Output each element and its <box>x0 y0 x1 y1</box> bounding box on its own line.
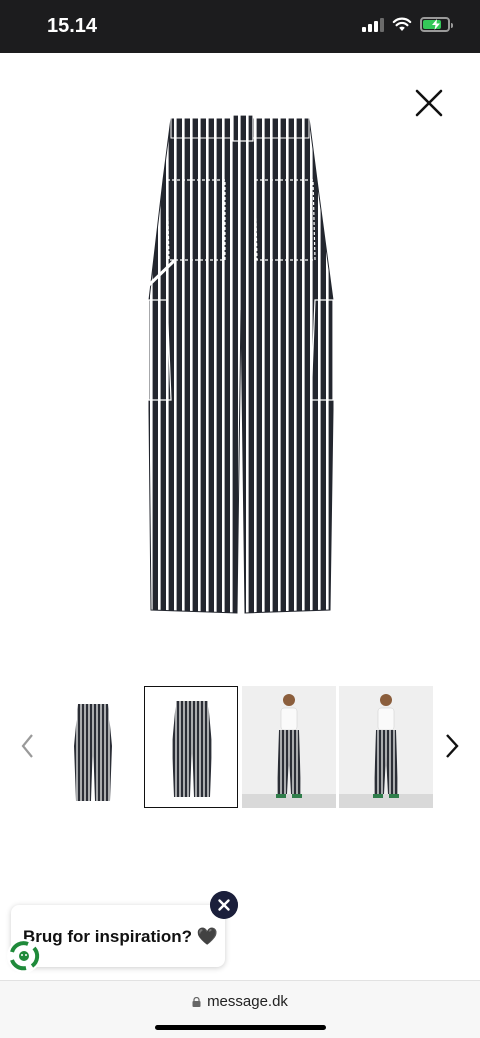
wifi-icon <box>392 17 412 31</box>
status-time: 15.14 <box>47 15 98 37</box>
thumbnail-image <box>172 701 212 797</box>
chat-prompt-bubble[interactable]: Brug for inspiration? 🖤 <box>11 905 225 967</box>
url-text: message.dk <box>207 993 288 1010</box>
thumbnail-front-flat[interactable] <box>46 686 140 808</box>
battery-icon <box>420 17 453 32</box>
status-bar: 15.14 <box>0 0 480 53</box>
url-display[interactable]: message.dk <box>0 993 480 1010</box>
home-indicator[interactable] <box>155 1025 326 1030</box>
close-icon[interactable] <box>412 86 446 120</box>
product-image-main <box>147 114 334 614</box>
chat-widget-icon[interactable] <box>6 938 42 974</box>
lock-icon <box>192 997 201 1007</box>
cellular-signal-icon <box>362 17 384 32</box>
thumbnail-back-flat[interactable] <box>144 686 238 808</box>
status-icons <box>362 17 453 32</box>
browser-url-bar[interactable]: message.dk <box>0 980 480 1038</box>
thumbnail-model-back[interactable] <box>339 686 433 808</box>
thumbnail-gallery <box>0 680 480 812</box>
thumbnail-model-front[interactable] <box>242 686 336 808</box>
chat-prompt-text: Brug for inspiration? 🖤 <box>23 927 218 946</box>
chevron-right-icon[interactable] <box>442 732 462 760</box>
chat-close-icon[interactable] <box>210 891 238 919</box>
chevron-left-icon[interactable] <box>18 732 38 760</box>
thumbnail-image <box>74 704 112 801</box>
thumbnail-image <box>242 686 336 808</box>
thumbnail-image <box>339 686 433 808</box>
